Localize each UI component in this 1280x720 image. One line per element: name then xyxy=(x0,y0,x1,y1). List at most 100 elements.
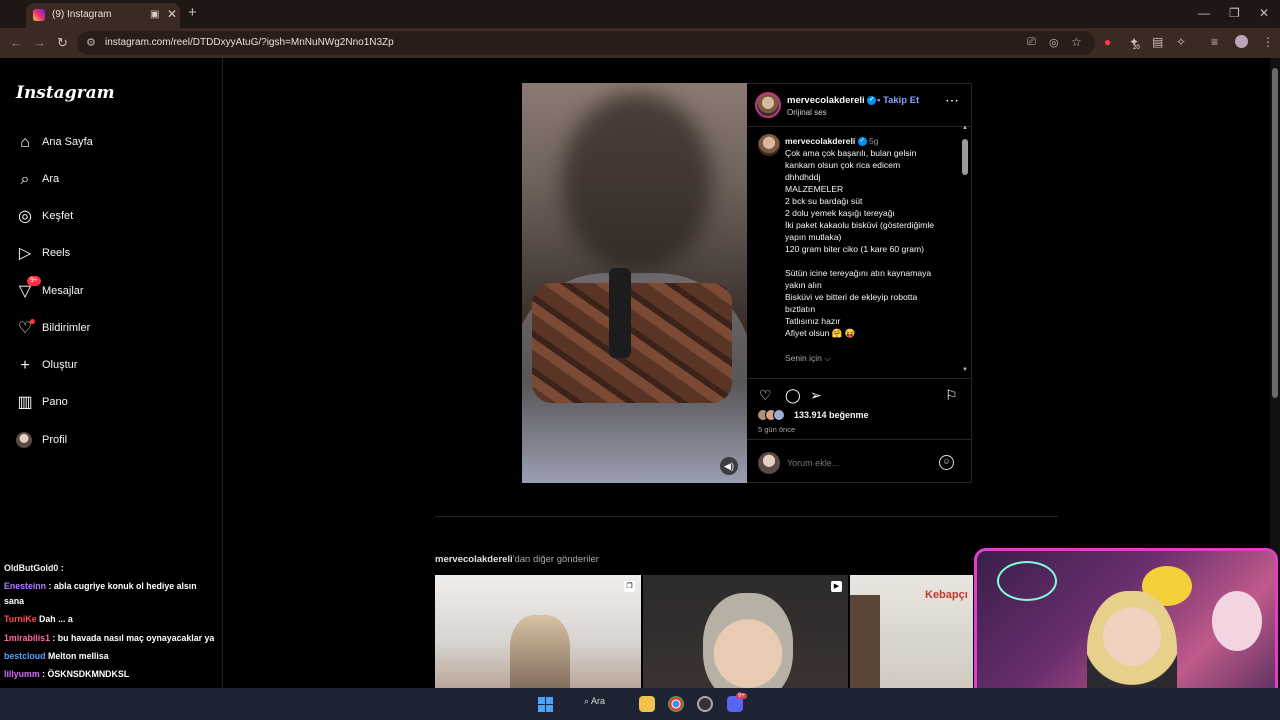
post-caption: mervecolakdereli ✓ 5g Çok ama çok başarı… xyxy=(785,135,955,339)
plus-icon: + xyxy=(20,357,30,374)
sidebar-item-reels[interactable]: ▷ Reels xyxy=(0,236,222,273)
restore-button[interactable]: ❐ xyxy=(1229,6,1240,20)
volume-icon[interactable]: ◀) xyxy=(720,457,738,475)
sidebar-item-profile[interactable]: Profil xyxy=(0,423,222,460)
caption-username[interactable]: mervecolakdereli xyxy=(785,136,855,146)
scroll-up-icon[interactable]: ▲ xyxy=(962,125,968,131)
post-thumbnail[interactable]: ❐ xyxy=(435,575,641,688)
compass-icon: ◎ xyxy=(18,208,32,225)
tracking-eye-icon[interactable]: ◎ xyxy=(1049,36,1059,49)
sidebar-item-create[interactable]: + Oluştur xyxy=(0,348,222,385)
back-arrow-icon[interactable]: ← xyxy=(10,35,23,50)
caption-scrollbar[interactable]: ▲ ▼ xyxy=(962,125,968,374)
caption-line: İki paket kakaolu bisküvi (gösterdiğimle xyxy=(785,220,935,230)
chat-message: lillyumm : ÖSKNSDKMNDKSL xyxy=(4,666,129,683)
instagram-logo[interactable]: Instagram xyxy=(16,83,115,103)
more-posts-user[interactable]: mervecolakdereli xyxy=(435,554,513,565)
tab-audio-icon[interactable]: ▣ xyxy=(150,9,159,20)
bookmark-star-icon[interactable]: ☆ xyxy=(1071,35,1082,49)
sidebar-item-home[interactable]: ⌂ Ana Sayfa xyxy=(0,125,222,162)
reload-icon[interactable]: ↻ xyxy=(57,35,68,51)
divider xyxy=(747,378,971,379)
dashboard-icon: ▥ xyxy=(17,394,33,411)
extension-red-icon[interactable]: ● xyxy=(1104,35,1111,49)
reel-video[interactable]: ◀) xyxy=(522,83,747,483)
share-icon[interactable]: ➢ xyxy=(810,387,822,404)
author-username[interactable]: mervecolakdereli xyxy=(787,95,865,106)
forward-arrow-icon[interactable]: → xyxy=(33,35,46,50)
sidebar-item-label: Reels xyxy=(42,247,71,259)
sidebar-item-search[interactable]: ⌕ Ara xyxy=(0,162,222,199)
divider xyxy=(747,439,971,440)
tab-close-icon[interactable]: ✕ xyxy=(167,7,177,21)
instagram-favicon-icon xyxy=(33,9,45,21)
taskbar-search[interactable]: ⌕ Ara xyxy=(584,696,605,707)
video-biscuit-pieces xyxy=(532,283,732,403)
caption-scroll-thumb[interactable] xyxy=(962,139,968,175)
file-explorer-icon[interactable] xyxy=(639,696,655,712)
messages-badge: 9+ xyxy=(27,276,41,286)
caption-line: 2 bck su bardağı süt xyxy=(785,196,863,206)
address-bar[interactable]: ⚙ instagram.com/reel/DTDDxyyAtuG/?igsh=M… xyxy=(77,31,1095,55)
caption-line: 2 dolu yemek kaşığı tereyağı xyxy=(785,208,895,218)
save-bookmark-icon[interactable]: ⚐ xyxy=(945,387,958,404)
post-thumbnail[interactable]: Kebapçı xyxy=(850,575,973,688)
chat-message: sana xyxy=(4,593,24,610)
sidebar-item-messages[interactable]: ▽ 9+ Mesajlar xyxy=(0,274,222,311)
browser-menu-icon[interactable]: ⋮ xyxy=(1262,35,1274,49)
sidebar-item-explore[interactable]: ◎ Keşfet xyxy=(0,199,222,236)
more-options-icon[interactable]: ⋯ xyxy=(945,92,959,109)
new-tab-button[interactable]: + xyxy=(188,4,197,21)
windows-start-icon[interactable] xyxy=(538,697,553,712)
more-posts-suffix: 'dan diğer gönderiler xyxy=(512,554,599,565)
chrome-icon[interactable] xyxy=(668,696,684,712)
minimize-button[interactable]: — xyxy=(1198,6,1210,20)
post-author[interactable]: mervecolakdereli ✓ xyxy=(787,95,877,106)
post-age: 5 gün önce xyxy=(758,425,796,434)
follow-label[interactable]: Takip Et xyxy=(883,95,919,106)
plush-toy xyxy=(1212,591,1262,651)
tab-search-icon[interactable]: ≡ xyxy=(1211,35,1218,49)
carousel-icon: ❐ xyxy=(624,581,635,592)
post-thumbnail[interactable]: ▶ xyxy=(643,575,848,688)
author-avatar[interactable] xyxy=(755,92,781,118)
install-app-icon[interactable]: ⎚ xyxy=(1027,36,1036,49)
chat-text: : ÖSKNSDKMNDKSL xyxy=(39,669,130,679)
extension-badge-count: 20 xyxy=(1133,45,1140,51)
comment-input[interactable] xyxy=(787,458,927,468)
extensions-puzzle-icon[interactable]: ✧ xyxy=(1176,35,1186,49)
audio-label[interactable]: Orijinal ses xyxy=(787,108,827,117)
comment-icon[interactable]: ◯ xyxy=(785,387,801,404)
likes-count[interactable]: 133.914 beğenme xyxy=(794,410,869,420)
browser-tab[interactable]: (9) Instagram ▣ ✕ xyxy=(26,3,180,28)
reel-icon: ▶ xyxy=(831,581,842,592)
url-text[interactable]: instagram.com/reel/DTDDxyyAtuG/?igsh=MnN… xyxy=(105,37,394,48)
like-heart-icon[interactable]: ♡ xyxy=(759,387,772,404)
chat-message: TurniKe Dah ... a xyxy=(4,611,73,628)
chat-username: 1mirabilis1 xyxy=(4,633,50,643)
caption-avatar[interactable] xyxy=(758,134,780,156)
chat-message: OldButGold0 : xyxy=(4,560,64,577)
for-you-link[interactable]: Senin için ⌵ xyxy=(785,353,831,364)
divider xyxy=(747,126,971,127)
window-close-button[interactable]: ✕ xyxy=(1259,6,1269,20)
liker-avatars[interactable] xyxy=(757,409,791,421)
chat-text: : xyxy=(58,563,64,573)
site-info-icon[interactable]: ⚙ xyxy=(86,36,96,49)
sidebar-item-notifications[interactable]: ♡ Bildirimler xyxy=(0,311,222,348)
scroll-down-icon[interactable]: ▼ xyxy=(962,367,968,373)
extension-twitch-icon[interactable]: ▤ xyxy=(1152,35,1163,49)
profile-avatar-icon[interactable] xyxy=(1235,35,1248,48)
section-divider xyxy=(435,516,1058,517)
emoji-icon[interactable]: ☺ xyxy=(939,455,954,470)
obs-icon[interactable] xyxy=(697,696,713,712)
notification-dot xyxy=(30,319,35,324)
sidebar-item-label: Keşfet xyxy=(42,210,74,222)
follow-button[interactable]: • Takip Et xyxy=(877,95,919,106)
sidebar-item-dashboard[interactable]: ▥ Pano xyxy=(0,385,222,422)
chat-text: : abla cugriye konuk ol hediye alsın xyxy=(46,581,197,591)
page-scroll-thumb[interactable] xyxy=(1272,68,1278,398)
caption-line: kankam olsun çok rica edicem xyxy=(785,160,901,170)
caption-line: Tatlısınız hazır xyxy=(785,316,841,326)
sidebar-item-label: Mesajlar xyxy=(42,285,84,297)
